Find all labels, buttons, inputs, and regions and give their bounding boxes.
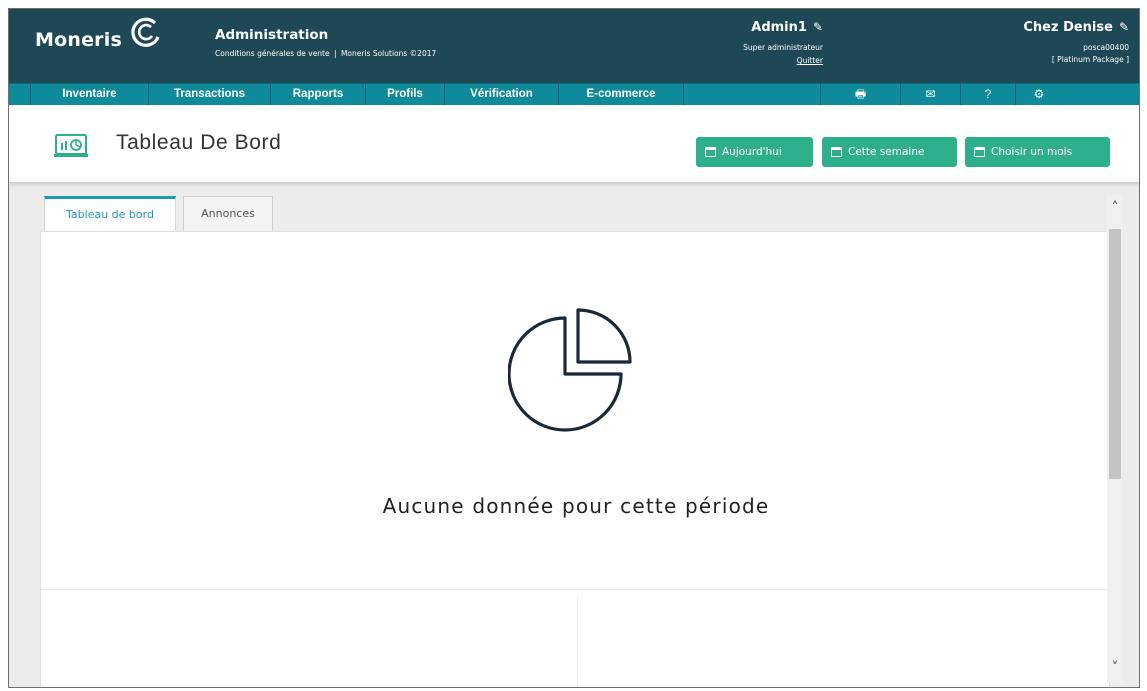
store-name-label: Chez Denise [1023, 20, 1113, 35]
terms-link[interactable]: Conditions générales de vente [215, 49, 330, 58]
this-week-button[interactable]: Cette semaine [822, 137, 957, 167]
tab-dashboard[interactable]: Tableau de bord [44, 196, 176, 231]
calendar-icon [974, 147, 985, 157]
today-button-label: Aujourd'hui [722, 146, 782, 158]
scroll-up-arrow-icon[interactable]: ˄ [1107, 201, 1123, 215]
edit-pencil-icon[interactable]: ✎ [813, 20, 823, 34]
store-id: posca00400 [1083, 43, 1129, 52]
content-panel: Tableau de bord Annonces Aucune donnée p… [40, 195, 1125, 687]
user-role: Super administrateur [743, 43, 823, 52]
edit-pencil-icon[interactable]: ✎ [1119, 20, 1129, 34]
store-name[interactable]: Chez Denise ✎ [1023, 20, 1129, 35]
page-title-bar: Tableau De Bord Aujourd'hui Cette semain… [9, 105, 1139, 183]
page-title: Tableau De Bord [116, 131, 282, 154]
scrollbar-thumb[interactable] [1109, 229, 1121, 479]
pie-chart-icon [508, 308, 632, 432]
header-subtitle: Conditions générales de vente | Moneris … [215, 49, 436, 58]
divider [577, 597, 578, 687]
copyright-text: Moneris Solutions ©2017 [340, 49, 437, 58]
nav-ecommerce[interactable]: E-commerce [559, 84, 684, 106]
divider [41, 589, 1111, 590]
calendar-icon [705, 147, 716, 157]
mail-icon[interactable]: ✉ [901, 84, 961, 106]
help-icon[interactable]: ? [961, 84, 1016, 106]
scroll-down-arrow-icon[interactable]: ˅ [1107, 661, 1123, 675]
separator: | [334, 49, 337, 58]
dashboard-card: Aucune donnée pour cette période [40, 231, 1111, 687]
printer-icon[interactable]: 🖶 [821, 84, 901, 106]
nav-rapports[interactable]: Rapports [271, 84, 366, 106]
user-name[interactable]: Admin1 ✎ [751, 20, 823, 35]
section-title: Administration [215, 27, 329, 43]
store-package: [ Platinum Package ] [1051, 55, 1129, 64]
this-week-button-label: Cette semaine [848, 146, 925, 158]
choose-month-button[interactable]: Choisir un mois [965, 137, 1110, 167]
today-button[interactable]: Aujourd'hui [696, 137, 813, 167]
nav-transactions[interactable]: Transactions [149, 84, 271, 106]
choose-month-button-label: Choisir un mois [991, 146, 1073, 158]
tab-announcements[interactable]: Annonces [183, 196, 273, 231]
brand-logo[interactable]: Moneris [35, 29, 122, 51]
app-window: Moneris Administration Conditions généra… [8, 8, 1140, 688]
moneris-logo-icon [131, 17, 160, 47]
nav-verification[interactable]: Vérification [445, 84, 559, 106]
empty-state-message: Aucune donnée pour cette période [382, 494, 770, 518]
calendar-icon [831, 147, 842, 157]
top-header: Moneris Administration Conditions généra… [9, 9, 1139, 83]
nav-spacer [684, 84, 821, 106]
vertical-scrollbar[interactable]: ˄ ˅ [1107, 195, 1123, 683]
nav-profils[interactable]: Profils [366, 84, 445, 106]
nav-inventaire[interactable]: Inventaire [31, 84, 149, 106]
main-nav: Inventaire Transactions Rapports Profils… [9, 83, 1139, 106]
settings-icon[interactable]: ⚙ [1016, 84, 1062, 106]
nav-spacer [9, 84, 31, 106]
user-name-label: Admin1 [751, 20, 807, 35]
logout-link[interactable]: Quitter [797, 56, 823, 65]
dashboard-icon [54, 134, 88, 157]
